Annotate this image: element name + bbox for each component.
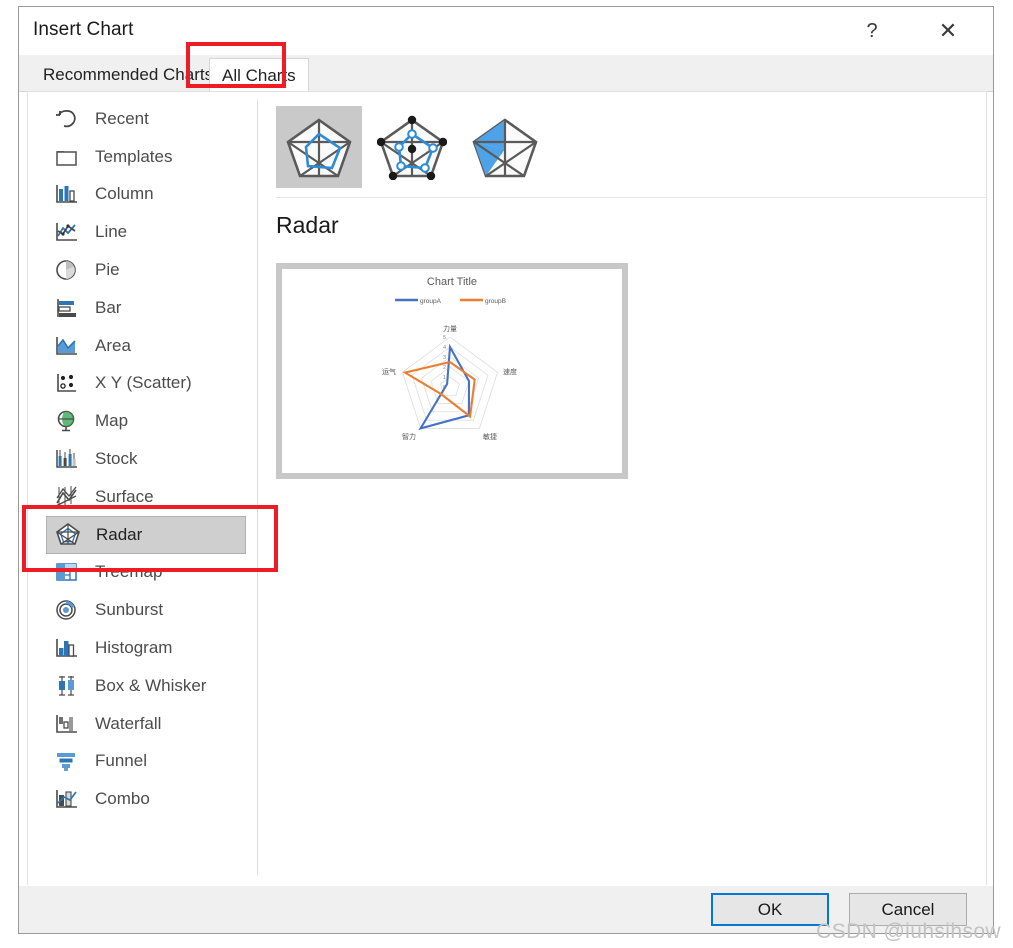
radar-subtype-plain-thumbnail[interactable] [276,106,362,188]
svg-text:智力: 智力 [402,432,416,441]
svg-text:敏捷: 敏捷 [483,432,497,441]
vertical-divider [257,100,258,875]
sidebar-item-label: Funnel [95,751,147,771]
svg-text:4: 4 [443,345,446,351]
surface-icon [52,484,82,510]
sunburst-icon [52,597,82,623]
sidebar-item-stock[interactable]: Stock [46,440,246,478]
sidebar-item-waterfall[interactable]: Waterfall [46,705,246,743]
sidebar-item-label: Waterfall [95,713,162,733]
sidebar-item-column[interactable]: Column [46,176,246,214]
funnel-icon [52,748,82,774]
chart-preview: Chart Title groupA groupB 5 4 3 2 1 0 力量… [282,269,622,473]
histogram-icon [52,635,82,661]
templates-icon [52,144,82,170]
chart-category-list: Recent Templates Column Line Pie Bar Are… [28,100,256,818]
svg-text:groupB: groupB [485,298,506,305]
pie-icon [52,257,82,283]
sidebar-item-label: Histogram [95,638,173,658]
map-icon [52,408,82,434]
sidebar-item-label: Radar [96,524,143,544]
sidebar-item-pie[interactable]: Pie [46,251,246,289]
stock-icon [52,446,82,472]
chart-preview-frame[interactable]: Chart Title groupA groupB 5 4 3 2 1 0 力量… [276,263,628,479]
treemap-icon [52,559,82,585]
help-icon[interactable]: ? [849,11,895,51]
bar-icon [52,295,82,321]
radar-chart-svg: Chart Title groupA groupB 5 4 3 2 1 0 力量… [382,276,517,441]
sidebar-item-label: Pie [95,260,120,280]
sidebar-item-label: Surface [95,486,154,506]
scatter-icon [52,370,82,396]
sidebar-item-label: Bar [95,297,122,317]
sidebar-item-radar[interactable]: Radar [46,515,246,554]
sidebar-item-label: Area [95,335,131,355]
subtype-thumbnail-row [276,106,548,188]
sidebar-item-sunburst[interactable]: Sunburst [46,591,246,629]
sidebar-item-treemap[interactable]: Treemap [46,554,246,592]
sidebar-item-templates[interactable]: Templates [46,138,246,176]
svg-text:Chart Title: Chart Title [427,276,477,288]
svg-text:groupA: groupA [420,298,442,305]
tab-strip: Recommended Charts All Charts [19,55,993,92]
sidebar-item-recent[interactable]: Recent [46,100,246,138]
svg-text:3: 3 [443,355,446,361]
sidebar-item-combo[interactable]: Combo [46,780,246,818]
svg-text:5: 5 [443,335,446,341]
radar-subtype-markers-thumbnail[interactable] [369,106,455,188]
sidebar-item-map[interactable]: Map [46,402,246,440]
sidebar-item-label: X Y (Scatter) [95,373,192,393]
box-whisker-icon [52,673,82,699]
tab-recommended-charts[interactable]: Recommended Charts [31,58,225,91]
insert-chart-dialog: Insert Chart ? ✕ Recommended Charts All … [18,6,994,934]
page-title: Insert Chart [33,19,134,40]
area-icon [52,333,82,359]
radar-icon [53,522,83,548]
sidebar-item-histogram[interactable]: Histogram [46,629,246,667]
column-icon [52,181,82,207]
svg-text:运气: 运气 [382,367,396,376]
watermark: CSDN @iuhsihsow [816,920,1001,943]
sidebar-item-label: Templates [95,146,173,166]
sidebar-item-label: Combo [95,789,150,809]
svg-text:力量: 力量 [443,324,457,333]
combo-icon [52,786,82,812]
recent-icon [52,106,82,132]
sidebar-item-label: Treemap [95,562,163,582]
sidebar-item-bar[interactable]: Bar [46,289,246,327]
series-groupB-polygon [402,360,476,419]
waterfall-icon [52,711,82,737]
sidebar-item-funnel[interactable]: Funnel [46,743,246,781]
tab-all-charts[interactable]: All Charts [209,58,309,92]
sidebar-item-label: Box & Whisker [95,675,207,695]
ok-button[interactable]: OK [711,893,829,926]
sidebar-item-label: Sunburst [95,600,164,620]
radar-subtype-filled-thumbnail[interactable] [462,106,548,188]
panel-divider [276,197,986,198]
sidebar-item-scatter[interactable]: X Y (Scatter) [46,365,246,403]
title-bar: Insert Chart ? ✕ [19,7,993,55]
sidebar-item-box-whisker[interactable]: Box & Whisker [46,667,246,705]
line-icon [52,219,82,245]
close-icon[interactable]: ✕ [925,11,971,51]
sidebar-item-surface[interactable]: Surface [46,478,246,516]
sidebar-item-label: Column [95,184,154,204]
sidebar-item-area[interactable]: Area [46,327,246,365]
svg-text:1: 1 [443,375,446,381]
sidebar-item-line[interactable]: Line [46,213,246,251]
sidebar-item-label: Recent [95,108,149,128]
svg-text:速度: 速度 [503,367,517,376]
sidebar-item-label: Line [95,222,128,242]
sidebar-item-label: Map [95,411,129,431]
sidebar-item-label: Stock [95,449,138,469]
chart-type-heading: Radar [276,212,339,238]
svg-text:2: 2 [443,365,446,371]
dialog-content: Recent Templates Column Line Pie Bar Are… [27,91,987,886]
